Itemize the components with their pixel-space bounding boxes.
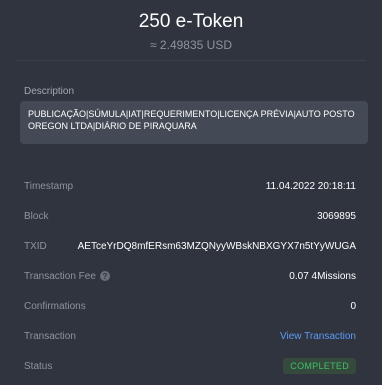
usd-equivalent: ≈ 2.49835 USD bbox=[150, 38, 232, 52]
divider bbox=[16, 60, 366, 61]
confirmations-row: Confirmations 0 bbox=[24, 296, 356, 316]
status-label: Status bbox=[24, 360, 53, 372]
transaction-label: Transaction bbox=[24, 330, 76, 342]
transaction-row: Transaction View Transaction bbox=[24, 326, 356, 346]
status-row: Status COMPLETED bbox=[24, 356, 356, 376]
fee-value: 0.07 4Missions bbox=[289, 270, 356, 282]
txid-value: AETceYrDQ8mfERsm63MZQNyyWBskNBXGYX7n5tYy… bbox=[77, 240, 356, 252]
fee-row: Transaction Fee ? 0.07 4Missions bbox=[24, 266, 356, 286]
timestamp-label: Timestamp bbox=[24, 180, 74, 192]
timestamp-value: 11.04.2022 20:18:11 bbox=[265, 180, 356, 192]
description-box: PUBLICAÇÃO|SÚMULA|IAT|REQUERIMENTO|LICEN… bbox=[20, 101, 368, 144]
status-badge: COMPLETED bbox=[283, 358, 356, 374]
transaction-details-panel: 250 e-Token ≈ 2.49835 USD Description PU… bbox=[0, 0, 382, 385]
confirmations-value: 0 bbox=[350, 300, 356, 312]
txid-label: TXID bbox=[24, 240, 47, 252]
help-icon[interactable]: ? bbox=[99, 271, 110, 281]
description-label: Description bbox=[24, 86, 75, 97]
fee-label-wrap: Transaction Fee ? bbox=[24, 271, 110, 282]
block-row: Block 3069895 bbox=[24, 206, 356, 226]
token-amount: 250 e-Token bbox=[138, 11, 244, 32]
amount-header: 250 e-Token ≈ 2.49835 USD bbox=[0, 0, 382, 52]
block-value: 3069895 bbox=[317, 210, 356, 222]
confirmations-label: Confirmations bbox=[24, 300, 86, 312]
txid-row: TXID AETceYrDQ8mfERsm63MZQNyyWBskNBXGYX7… bbox=[24, 236, 356, 256]
fee-label: Transaction Fee bbox=[24, 270, 96, 282]
timestamp-row: Timestamp 11.04.2022 20:18:11 bbox=[24, 176, 356, 196]
block-label: Block bbox=[24, 210, 49, 222]
view-transaction-link[interactable]: View Transaction bbox=[280, 331, 356, 342]
